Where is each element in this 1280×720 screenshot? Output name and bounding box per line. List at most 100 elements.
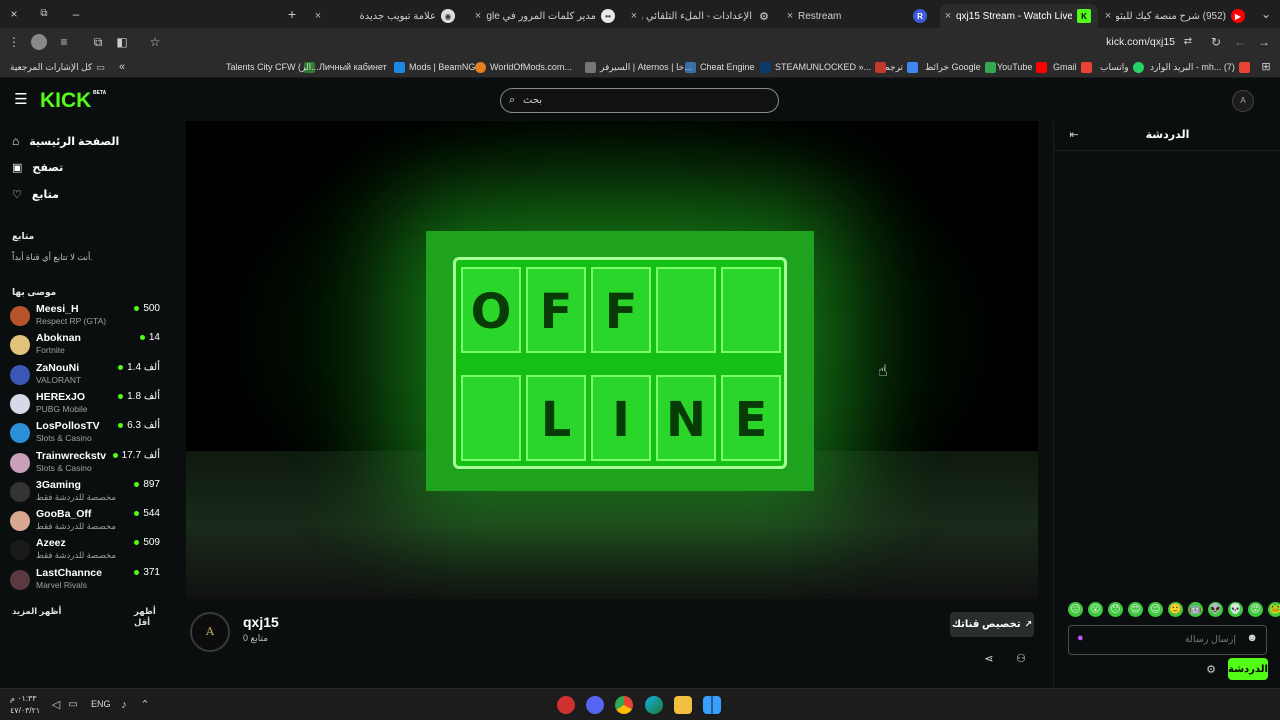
- forward-icon[interactable]: ←: [1232, 34, 1248, 50]
- close-icon[interactable]: ×: [626, 10, 642, 22]
- media-icon[interactable]: ◧: [114, 34, 130, 50]
- channel-item[interactable]: ZaNouNi VALORANT 1.4 ألف: [10, 361, 160, 389]
- emote-icon[interactable]: 🐸: [1268, 602, 1280, 617]
- menu-icon[interactable]: ⋮: [6, 34, 22, 50]
- bookmark-2[interactable]: Gmail: [1053, 60, 1092, 74]
- back-icon[interactable]: →: [1256, 34, 1272, 50]
- reload-icon[interactable]: ↻: [1208, 34, 1224, 50]
- tab-search-icon[interactable]: ⌄: [1258, 6, 1274, 22]
- extensions-icon[interactable]: ⧉: [90, 34, 106, 50]
- chat-send-button[interactable]: الدردشة: [1228, 658, 1268, 680]
- all-bookmarks[interactable]: كل الإشارات المرجعية ▭: [10, 60, 105, 74]
- bookmark-1[interactable]: واتساب: [1100, 60, 1144, 74]
- new-tab-icon[interactable]: +: [284, 6, 300, 22]
- browser-tab-3[interactable]: × الإعدادات - الملء التلقائي وكلمات ⚙: [626, 4, 778, 28]
- chat-settings-icon[interactable]: ⚙: [1203, 662, 1219, 678]
- hamburger-menu-icon[interactable]: ☰: [13, 92, 29, 108]
- clock-time[interactable]: ٠١:٣٣ م: [10, 694, 37, 703]
- channel-avatar[interactable]: A: [190, 612, 230, 652]
- channel-item[interactable]: Trainwreckstv Slots & Casino 17.7 ألف: [10, 449, 160, 477]
- close-icon[interactable]: ×: [310, 10, 326, 22]
- bookmark-star-icon[interactable]: ☆: [147, 34, 163, 50]
- site-settings-icon[interactable]: ⇄: [1180, 34, 1196, 50]
- minimize-icon[interactable]: –: [68, 6, 84, 22]
- user-avatar[interactable]: A: [1232, 90, 1254, 112]
- close-icon[interactable]: ×: [470, 10, 486, 22]
- video-player[interactable]: OFF LINE ☝: [186, 121, 1038, 599]
- channel-item[interactable]: Aboknan Fortnite 14: [10, 331, 160, 359]
- browser-tab-4[interactable]: × مدير كلمات المرور في Google ••: [470, 4, 622, 28]
- customize-channel-button[interactable]: تخصيص قناتك ↗: [950, 612, 1034, 637]
- emote-icon[interactable]: 😮: [1088, 602, 1103, 617]
- share-icon[interactable]: ⋖: [981, 651, 997, 667]
- bookmark-label: WorldOfMods.com...: [490, 62, 572, 72]
- emote-icon[interactable]: 🤖: [1188, 602, 1203, 617]
- show-less-link[interactable]: أظهر أقل: [134, 606, 170, 628]
- search-input[interactable]: ⌕ بحث: [500, 88, 779, 113]
- emote-icon[interactable]: 🙂: [1168, 602, 1183, 617]
- clock-date[interactable]: ٤٧/٠٣/٢١: [10, 706, 40, 715]
- emote-icon[interactable]: 😐: [1068, 602, 1083, 617]
- maximize-icon[interactable]: ⧉: [36, 6, 52, 22]
- browser-tab-5[interactable]: × علامة تبويب جديدة ◉: [310, 4, 466, 28]
- language-indicator[interactable]: ENG: [91, 699, 111, 709]
- gift-icon[interactable]: ⚇: [1013, 651, 1029, 667]
- channel-item[interactable]: Meesi_H Respect RP (GTA) 500: [10, 302, 160, 330]
- channel-item[interactable]: HERExJO PUBG Mobile 1.8 ألف: [10, 390, 160, 418]
- browser-tab-2[interactable]: × Restream R: [782, 4, 937, 28]
- channel-item[interactable]: LastChannce Marvel Rivals 371: [10, 566, 160, 594]
- browser-tab-1[interactable]: × qxj15 Stream - Watch Live on K K: [940, 4, 1098, 28]
- emote-icon[interactable]: 💀: [1228, 602, 1243, 617]
- url-text[interactable]: kick.com/qxj15: [1080, 36, 1175, 48]
- close-icon[interactable]: ×: [1100, 10, 1116, 22]
- emoji-picker-icon[interactable]: ☻: [1246, 632, 1258, 644]
- viewer-count-value: 6.3 ألف: [127, 420, 160, 432]
- browser-tab-0[interactable]: × (952) شرح منصة كيك للبثوث الـ ▶: [1100, 4, 1255, 28]
- emote-icon[interactable]: 😡: [1248, 602, 1263, 617]
- close-icon[interactable]: ×: [782, 10, 798, 22]
- more-bookmarks-icon[interactable]: «: [114, 59, 130, 75]
- show-more-link[interactable]: أظهر المزيد: [12, 606, 61, 617]
- nav-following[interactable]: ♡ متابع: [12, 188, 59, 201]
- microphone-icon[interactable]: ♪: [116, 697, 132, 713]
- tray-expand-icon[interactable]: ⌃: [137, 697, 153, 713]
- bookmark-3[interactable]: YouTube: [997, 60, 1048, 74]
- bookmark-6[interactable]: STEAMUNLOCKED »...: [760, 60, 887, 74]
- close-icon[interactable]: ×: [940, 10, 956, 22]
- channel-item[interactable]: 3Gaming مخصصة للدردشة فقط 897: [10, 478, 160, 506]
- nav-browse[interactable]: ▣ تصفح: [12, 161, 63, 174]
- kick-logo[interactable]: KICK: [40, 89, 91, 113]
- apps-icon[interactable]: ⊞: [1258, 59, 1274, 75]
- channel-item[interactable]: LosPollosTV Slots & Casino 6.3 ألف: [10, 419, 160, 447]
- bookmark-10[interactable]: Mods | BeamNG: [394, 60, 475, 74]
- chrome-icon[interactable]: [615, 696, 633, 714]
- emote-icon[interactable]: 😊: [1128, 602, 1143, 617]
- nav-home[interactable]: ⌂ الصفحة الرئيسية: [12, 134, 119, 148]
- emote-icon[interactable]: 👽: [1208, 602, 1223, 617]
- windows-start-icon[interactable]: [703, 696, 721, 714]
- edge-icon[interactable]: [645, 696, 663, 714]
- window-close-icon[interactable]: ×: [6, 6, 22, 22]
- profile-avatar[interactable]: [31, 34, 47, 50]
- bookmark-label: السيرفر | Aternos | خا...: [600, 61, 692, 72]
- discord-icon[interactable]: [586, 696, 604, 714]
- channel-name[interactable]: qxj15: [243, 614, 279, 630]
- channel-item[interactable]: GooBa_Off مخصصة للدردشة فقط 544: [10, 507, 160, 535]
- app-icon-1[interactable]: [557, 696, 575, 714]
- volume-icon[interactable]: ◁: [48, 697, 64, 713]
- emote-icon[interactable]: 😉: [1148, 602, 1163, 617]
- mic-icon[interactable]: ●: [1077, 632, 1084, 644]
- bookmark-8[interactable]: السيرفر | Aternos | خا...: [585, 60, 692, 74]
- bookmark-9[interactable]: WorldOfMods.com...: [475, 60, 572, 74]
- bookmark-12[interactable]: Talents City CFW (الر...: [226, 60, 319, 74]
- emote-icon[interactable]: 😯: [1108, 602, 1123, 617]
- chat-message-input[interactable]: ● إرسال رسالة ☻: [1068, 625, 1267, 655]
- collapse-chat-icon[interactable]: ⇤: [1066, 127, 1082, 143]
- channel-item[interactable]: Azeez مخصصة للدردشة فقط 509: [10, 536, 160, 564]
- tune-icon[interactable]: ≡: [56, 34, 72, 50]
- file-explorer-icon[interactable]: [674, 696, 692, 714]
- bookmark-7[interactable]: Cheat Engine: [685, 60, 755, 74]
- network-icon[interactable]: ▭: [65, 697, 81, 713]
- bookmark-0[interactable]: البريد الوارد - mh... (7): [1150, 60, 1250, 74]
- bookmark-4[interactable]: خرائط Google: [925, 60, 996, 74]
